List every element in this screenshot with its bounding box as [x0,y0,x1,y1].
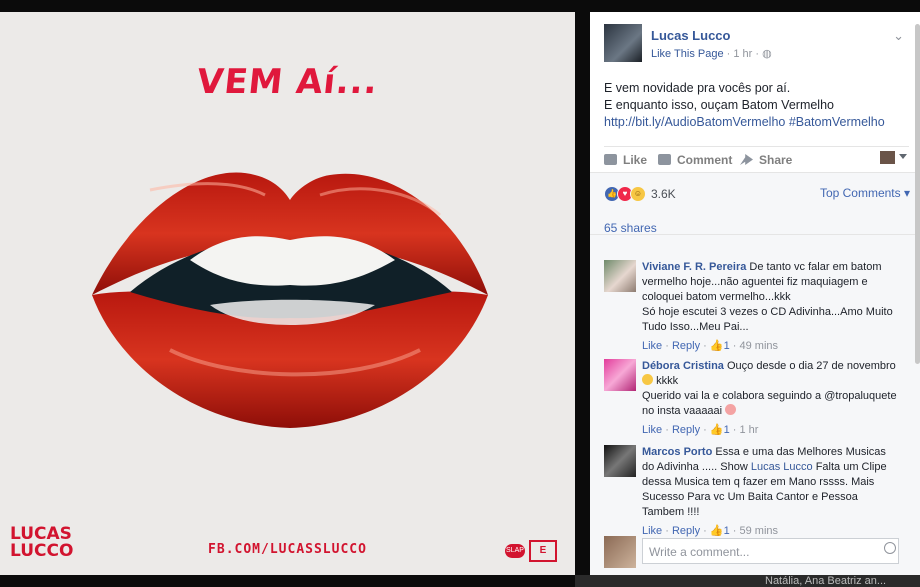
comment-likes-count: 1 [723,340,730,352]
share-icon [740,154,753,165]
post-as-avatar[interactable] [880,151,895,164]
post-sidebar: Lucas Lucco Like This Page · 1 hr · ◍ ⌄ … [590,12,920,576]
globe-icon: ◍ [762,48,772,60]
label-badge: SLAP [505,544,525,558]
comment-text: Ouço desde o dia 27 de novembro [726,360,896,372]
comment-body: Débora Cristina Ouço desde o dia 27 de n… [642,359,897,438]
comment-time[interactable]: 1 hr [739,424,758,436]
comment-text-2: Querido vai la e colabora seguindo a @tr… [642,390,897,417]
commenter-avatar[interactable] [604,359,636,391]
post-text: E vem novidade pra vocês por aí. E enqua… [604,80,909,131]
comments-section: Viviane F. R. Pereira De tanto vc falar … [590,234,920,576]
page-name-link[interactable]: Lucas Lucco [651,28,730,43]
comment-meta: Like · Reply · 👍1 · 1 hr [642,424,759,436]
commenter-avatar[interactable] [604,260,636,292]
chevron-down-icon[interactable]: ⌄ [893,28,904,44]
commenter-name[interactable]: Débora Cristina [642,360,724,372]
commenter-name[interactable]: Viviane F. R. Pereira [642,261,746,273]
commenter-avatar[interactable] [604,445,636,477]
comment-like-link[interactable]: Like [642,340,662,352]
post-link[interactable]: http://bit.ly/AudioBatomVermelho #BatomV… [604,114,909,131]
thumbs-up-icon: 👍 [709,340,724,352]
image-headline: VEM Aí... [194,62,381,102]
top-comments-dropdown[interactable]: Top Comments ▾ [820,186,910,200]
camera-icon[interactable] [884,542,896,554]
thumbs-up-icon [604,154,617,165]
comment-button[interactable]: Comment [658,153,732,167]
comment-time[interactable]: 49 mins [739,340,778,352]
comment-reply-link[interactable]: Reply [672,424,700,436]
comment-reply-link[interactable]: Reply [672,340,700,352]
shares-link[interactable]: 65 shares [604,221,657,235]
comment-likes[interactable]: 👍1 [710,340,730,352]
like-button[interactable]: Like [604,153,647,167]
comment-text-tail: kkkk [656,375,679,387]
thumbs-up-icon: 👍 [709,424,724,436]
post-text-line-1: E vem novidade pra vocês por aí. [604,81,791,95]
post-time[interactable]: · 1 hr · [727,48,759,60]
comment-meta: Like · Reply · 👍1 · 49 mins [642,340,779,352]
comment-text-2: Só hoje escutei 3 vezes o CD Adivinha...… [642,306,893,333]
comment-composer: Write a comment... [604,536,904,568]
comment-input[interactable]: Write a comment... [642,538,899,564]
red-lips-illustration [92,172,488,428]
post-meta: Like This Page · 1 hr · ◍ [651,47,772,60]
post-actions: Like Comment Share [604,146,909,171]
reactions-summary[interactable]: 👍 ♥ ☺ 3.6K [604,186,676,202]
like-label: Like [623,153,648,167]
photo-viewer: VEM Aí... LUCAS LUCCO FB.COM/LUCASSLUCCO [0,0,920,587]
post-image[interactable]: VEM Aí... LUCAS LUCCO FB.COM/LUCASSLUCCO [0,12,575,575]
facebook-url-caption: FB.COM/LUCASSLUCCO [208,542,367,557]
chat-sidebar-strip: Natália, Ana Beatriz an... [575,575,920,587]
top-comments-label: Top Comments [819,186,901,200]
scrollbar[interactable] [915,24,920,364]
comment-like-link[interactable]: Like [642,424,662,436]
haha-reaction-icon: ☺ [630,186,646,202]
comment-body: Viviane F. R. Pereira De tanto vc falar … [642,260,897,354]
post-text-line-2: E enquanto isso, ouçam Batom Vermelho [604,98,834,112]
comment-body: Marcos Porto Essa e uma das Melhores Mus… [642,445,897,539]
record-label-logos: SLAP E [505,540,557,562]
caret-down-icon[interactable] [899,154,907,159]
comment-likes-count: 1 [723,424,730,436]
user-avatar [604,536,636,568]
comment-label: Comment [677,153,733,167]
fearful-emoji-icon [725,404,737,415]
chat-names[interactable]: Natália, Ana Beatriz an... [765,575,886,587]
post-header: Lucas Lucco Like This Page · 1 hr · ◍ ⌄ [604,24,904,64]
share-button[interactable]: Share [740,153,792,167]
page-avatar[interactable] [604,24,642,62]
commenter-name[interactable]: Marcos Porto [642,446,712,458]
like-page-link[interactable]: Like This Page [651,48,724,60]
reactions-bar: 👍 ♥ ☺ 3.6K Top Comments ▾ 65 shares [590,172,920,235]
reaction-count[interactable]: 3.6K [651,187,676,201]
share-label: Share [759,153,793,167]
comment-icon [658,154,671,165]
label-mark: E [529,540,557,562]
comment-likes[interactable]: 👍1 [710,424,730,436]
grinning-emoji-icon [642,374,653,385]
comment-mention[interactable]: Lucas Lucco [751,461,813,473]
